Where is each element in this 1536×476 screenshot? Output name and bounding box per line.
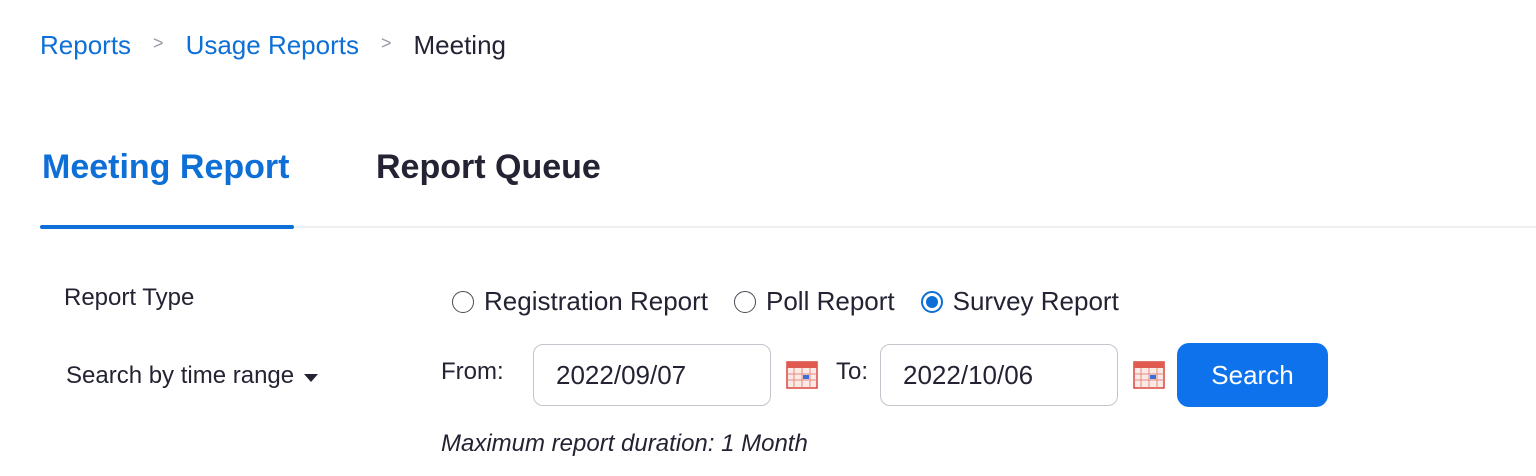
radio-label: Registration Report	[484, 286, 708, 316]
report-type-radio-group: Registration Report Poll Report Survey R…	[452, 286, 1145, 317]
to-label: To:	[836, 358, 869, 385]
active-tab-indicator	[40, 225, 294, 229]
search-by-label: Search by time range	[66, 362, 295, 389]
search-button[interactable]: Search	[1177, 343, 1328, 407]
breadcrumb-usage-reports-link[interactable]: Usage Reports	[186, 30, 359, 61]
max-duration-note: Maximum report duration: 1 Month	[441, 430, 808, 457]
caret-down-icon	[304, 374, 319, 382]
to-date-input[interactable]	[880, 344, 1118, 406]
radio-registration-report[interactable]: Registration Report	[452, 286, 708, 317]
radio-button[interactable]	[452, 290, 474, 313]
from-date-input[interactable]	[533, 344, 771, 406]
report-type-label: Report Type	[64, 284, 195, 311]
radio-poll-report[interactable]: Poll Report	[734, 286, 895, 317]
tab-report-queue[interactable]: Report Queue	[376, 148, 601, 187]
breadcrumb-reports-link[interactable]: Reports	[40, 30, 131, 61]
calendar-icon[interactable]	[1133, 358, 1165, 390]
from-label: From:	[441, 358, 504, 385]
breadcrumb-separator: >	[380, 33, 392, 53]
radio-button-selected[interactable]	[920, 290, 943, 313]
radio-label: Poll Report	[766, 286, 895, 316]
radio-label: Survey Report	[952, 286, 1119, 316]
tab-meeting-report[interactable]: Meeting Report	[42, 148, 289, 187]
search-by-dropdown[interactable]: Search by time range	[66, 362, 319, 390]
radio-button[interactable]	[734, 290, 756, 313]
breadcrumb: Reports > Usage Reports > Meeting	[40, 30, 506, 61]
breadcrumb-current: Meeting	[413, 30, 507, 60]
calendar-icon[interactable]	[786, 358, 818, 390]
breadcrumb-separator: >	[153, 33, 164, 53]
radio-survey-report[interactable]: Survey Report	[920, 286, 1119, 317]
